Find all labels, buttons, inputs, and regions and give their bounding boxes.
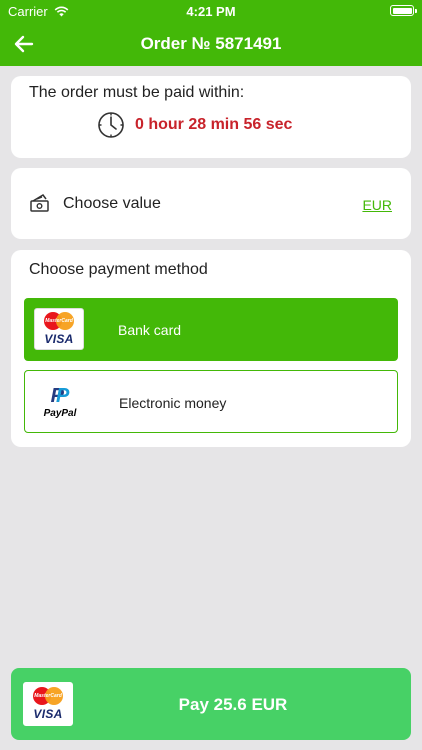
page-title: Order № 5871491 (140, 34, 282, 53)
battery-icon (390, 5, 417, 16)
paypal-logo: PP PayPal (35, 381, 85, 423)
method-bank-card[interactable]: MasterCard VISA Bank card (24, 298, 398, 361)
method-electronic-money[interactable]: PP PayPal Electronic money (24, 370, 398, 433)
method-label-bank-card: Bank card (118, 322, 182, 338)
visa-icon: VISA (44, 332, 74, 346)
status-bar: Carrier 4:21 PM (0, 0, 422, 22)
payment-methods-card: Choose payment method MasterCard VISA Ba… (11, 250, 411, 447)
status-time: 4:21 PM (186, 4, 236, 19)
countdown-value: 0 hour 28 min 56 sec (135, 116, 293, 133)
payment-deadline-card: The order must be paid within: 0 hour 28… (11, 76, 411, 158)
choose-value-label: Choose value (63, 195, 161, 212)
choose-value-card[interactable]: Choose value EUR (11, 168, 411, 239)
cash-icon (30, 194, 49, 212)
methods-title: Choose payment method (29, 261, 208, 278)
mastercard-text: MasterCard (45, 318, 73, 324)
paypal-wordmark: PayPal (43, 407, 77, 419)
app-header: Carrier 4:21 PM Order № 5871491 (0, 0, 422, 66)
mastercard-icon: MasterCard (44, 312, 74, 330)
clock-icon (98, 112, 124, 138)
nav-bar: Order № 5871491 (0, 22, 422, 66)
pay-button[interactable]: MasterCard VISA Pay 25.6 EUR (11, 668, 411, 740)
method-label-electronic-money: Electronic money (119, 395, 227, 411)
pay-button-label: Pay 25.6 EUR (178, 695, 288, 714)
countdown: 0 hour 28 min 56 sec (97, 111, 292, 139)
mastercard-visa-logo: MasterCard VISA (34, 308, 84, 350)
currency-selector[interactable]: EUR (362, 197, 392, 213)
deadline-title: The order must be paid within: (29, 84, 245, 101)
paypal-icon: PP (50, 384, 70, 407)
